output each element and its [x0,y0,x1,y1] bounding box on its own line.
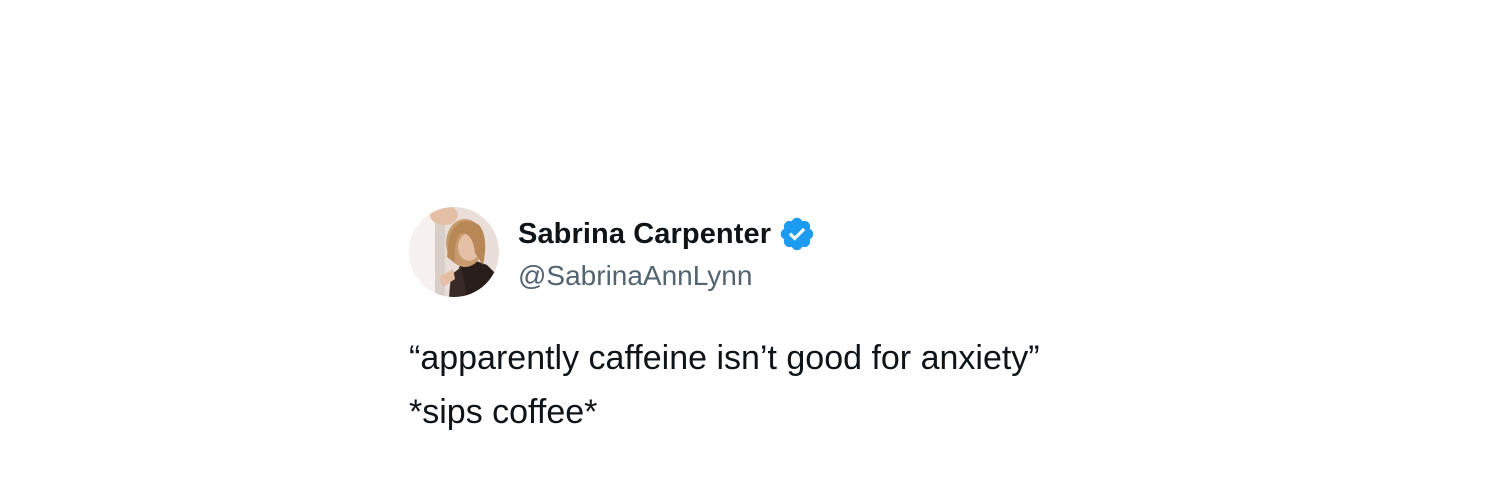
tweet-text-line: “apparently caffeine isn’t good for anxi… [409,339,1040,377]
tweet-card: Sabrina Carpenter @SabrinaAnnLynn “appar… [409,206,1209,439]
tweet-screenshot: Sabrina Carpenter @SabrinaAnnLynn “appar… [0,0,1500,499]
name-row: Sabrina Carpenter [518,212,816,256]
tweet-header: Sabrina Carpenter @SabrinaAnnLynn [409,206,1209,298]
display-name[interactable]: Sabrina Carpenter [518,218,771,251]
avatar-image [409,207,499,297]
tweet-text-line: *sips coffee* [409,393,598,431]
tweet-text: “apparently caffeine isn’t good for anxi… [409,331,1209,439]
author-handle[interactable]: @SabrinaAnnLynn [518,260,816,292]
author-names: Sabrina Carpenter @SabrinaAnnLynn [518,212,816,292]
avatar[interactable] [409,207,499,297]
verified-badge-icon[interactable] [778,215,816,253]
